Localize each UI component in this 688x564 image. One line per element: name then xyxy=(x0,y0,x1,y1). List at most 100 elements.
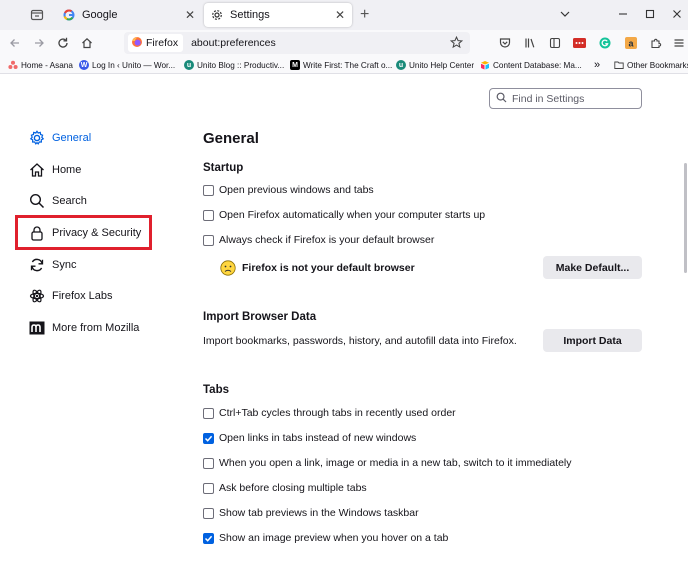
grammarly-icon[interactable] xyxy=(598,36,612,50)
bookmark-label: Home - Asana xyxy=(21,60,73,70)
sidebar-item-more-from-mozilla[interactable]: More from Mozilla xyxy=(28,317,139,339)
other-bookmarks-label: Other Bookmarks xyxy=(627,60,688,70)
asana-icon xyxy=(8,60,18,70)
sidebar-item-home[interactable]: Home xyxy=(28,159,81,181)
checkbox-row[interactable]: Ctrl+Tab cycles through tabs in recently… xyxy=(203,406,456,420)
checkbox-label: Show tab previews in the Windows taskbar xyxy=(219,507,419,519)
bookmark-star-icon[interactable] xyxy=(449,35,464,50)
checkbox[interactable] xyxy=(203,407,214,419)
checkbox-checked[interactable] xyxy=(203,532,214,544)
checkbox-row[interactable]: Open Firefox automatically when your com… xyxy=(203,208,485,222)
tab-settings[interactable]: Settings ✕ xyxy=(204,3,352,27)
tab-list-icon[interactable] xyxy=(30,8,44,22)
close-window-icon[interactable] xyxy=(670,7,684,21)
sidebar-item-label: Sync xyxy=(52,259,77,271)
sidebar-item-label: More from Mozilla xyxy=(52,322,140,334)
bookmarks-toolbar: Home - Asana W Log In ‹ Unito — Wor... u… xyxy=(0,56,688,74)
bookmark-content-database[interactable]: Content Database: Ma... xyxy=(480,58,582,72)
identity-label: Firefox xyxy=(146,37,179,49)
reload-icon[interactable] xyxy=(55,35,71,51)
sidebar-item-search[interactable]: Search xyxy=(28,190,87,212)
sidebar-item-label: Firefox Labs xyxy=(52,290,113,302)
checkbox-row[interactable]: Show an image preview when you hover on … xyxy=(203,531,448,545)
gear-icon xyxy=(28,129,46,147)
sad-face-icon xyxy=(220,260,236,276)
extensions-icon[interactable] xyxy=(649,36,663,50)
tab-google[interactable]: Google ✕ xyxy=(56,3,202,27)
make-default-button[interactable]: Make Default... xyxy=(543,256,642,279)
section-title-tabs: Tabs xyxy=(203,384,229,396)
bookmarks-overflow-chevron-icon[interactable]: » xyxy=(594,58,600,72)
bookmark-label: Log In ‹ Unito — Wor... xyxy=(92,60,176,70)
google-icon xyxy=(62,8,76,22)
checkbox-label: Open Firefox automatically when your com… xyxy=(219,209,486,221)
library-icon[interactable] xyxy=(523,36,537,50)
checkbox[interactable] xyxy=(203,507,214,519)
pocket-icon[interactable] xyxy=(498,36,512,50)
bookmark-unito-blog[interactable]: u Unito Blog :: Productiv... xyxy=(184,58,284,72)
scrollbar-thumb[interactable] xyxy=(684,163,687,273)
other-bookmarks[interactable]: Other Bookmarks xyxy=(614,58,688,72)
search-input[interactable] xyxy=(512,92,632,105)
search-icon xyxy=(28,192,46,210)
sidebar-item-firefox-labs[interactable]: Firefox Labs xyxy=(28,285,113,307)
bookmark-write-first[interactable]: M Write First: The Craft o... xyxy=(290,58,392,72)
bookmark-asana[interactable]: Home - Asana xyxy=(8,58,73,72)
chevron-down-icon[interactable] xyxy=(558,7,572,21)
checkbox-row[interactable]: Open previous windows and tabs xyxy=(203,183,374,197)
checkbox-label: Ask before closing multiple tabs xyxy=(219,482,367,494)
lastpass-icon[interactable] xyxy=(572,36,586,50)
maximize-icon[interactable] xyxy=(643,7,657,21)
checkbox-label: Always check if Firefox is your default … xyxy=(219,234,435,246)
forward-arrow-icon[interactable] xyxy=(31,35,47,51)
reader-icon[interactable] xyxy=(548,36,562,50)
checkbox[interactable] xyxy=(203,184,214,196)
checkbox[interactable] xyxy=(203,234,214,246)
checkbox-row[interactable]: Always check if Firefox is your default … xyxy=(203,233,434,247)
home-icon[interactable] xyxy=(79,35,95,51)
sync-icon xyxy=(28,256,46,274)
default-browser-text: Firefox is not your default browser xyxy=(242,262,415,274)
checkbox-row[interactable]: When you open a link, image or media in … xyxy=(203,456,572,470)
import-data-button[interactable]: Import Data xyxy=(543,329,642,352)
bookmark-unito-help[interactable]: u Unito Help Center xyxy=(396,58,474,72)
medium-icon: M xyxy=(290,60,300,70)
checkbox-label: Open links in tabs instead of new window… xyxy=(219,432,417,444)
wordpress-icon: W xyxy=(79,60,89,70)
url-bar[interactable]: Firefox about:preferences xyxy=(124,32,470,54)
sidebar-item-sync[interactable]: Sync xyxy=(28,254,76,276)
checkbox[interactable] xyxy=(203,457,214,469)
tab-strip: Google ✕ Settings ✕ + xyxy=(0,0,688,30)
folder-icon xyxy=(614,60,624,70)
labs-icon xyxy=(28,287,46,305)
firefox-logo-icon xyxy=(131,36,143,51)
airtable-icon xyxy=(480,60,490,70)
find-in-settings[interactable] xyxy=(489,88,642,109)
sidebar-item-general[interactable]: General xyxy=(28,127,91,149)
new-tab-button[interactable]: + xyxy=(360,7,369,23)
menu-icon[interactable] xyxy=(672,36,686,50)
annotation-highlight-box xyxy=(15,215,152,250)
checkbox-row[interactable]: Show tab previews in the Windows taskbar xyxy=(203,506,419,520)
checkbox[interactable] xyxy=(203,209,214,221)
section-title-import: Import Browser Data xyxy=(203,311,317,323)
import-description: Import bookmarks, passwords, history, an… xyxy=(203,335,517,347)
amazon-assistant-icon[interactable]: a xyxy=(624,36,638,50)
section-title-startup: Startup xyxy=(203,162,244,174)
close-icon[interactable]: ✕ xyxy=(334,8,346,22)
identity-box[interactable]: Firefox xyxy=(128,34,184,52)
bookmark-wordpress[interactable]: W Log In ‹ Unito — Wor... xyxy=(79,58,175,72)
checkbox-row[interactable]: Ask before closing multiple tabs xyxy=(203,481,367,495)
bookmark-label: Unito Help Center xyxy=(409,60,475,70)
close-icon[interactable]: ✕ xyxy=(184,8,196,22)
sidebar-item-label: Search xyxy=(52,195,87,207)
bookmark-label: Unito Blog :: Productiv... xyxy=(197,60,285,70)
url-text[interactable]: about:preferences xyxy=(191,37,450,49)
checkbox[interactable] xyxy=(203,482,214,494)
minimize-icon[interactable] xyxy=(616,7,630,21)
sidebar-item-label: Home xyxy=(52,164,82,176)
checkbox-row[interactable]: Open links in tabs instead of new window… xyxy=(203,431,416,445)
gear-icon xyxy=(210,8,224,22)
checkbox-checked[interactable] xyxy=(203,432,214,444)
back-arrow-icon[interactable] xyxy=(7,35,23,51)
